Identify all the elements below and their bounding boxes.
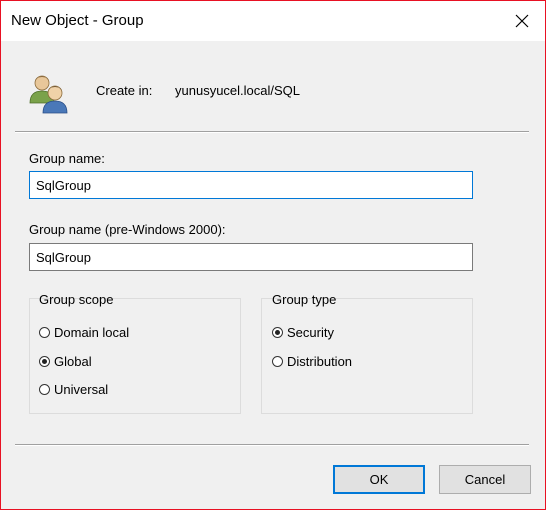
group-name-label: Group name: xyxy=(29,151,105,166)
create-in-label: Create in: xyxy=(96,83,153,98)
group-users-icon xyxy=(29,75,68,114)
radio-button-checked-icon xyxy=(272,327,283,338)
radio-button-checked-icon xyxy=(39,356,50,367)
group-scope-legend: Group scope xyxy=(39,292,114,307)
create-in-path: yunusyucel.local/SQL xyxy=(175,83,301,98)
dialog-body: Create in: yunusyucel.local/SQL Group na… xyxy=(1,41,545,509)
pre2000-name-input[interactable] xyxy=(29,243,473,271)
radio-button-icon xyxy=(39,384,50,395)
group-name-input[interactable] xyxy=(29,171,473,199)
title-bar: New Object - Group xyxy=(1,1,545,41)
new-object-group-dialog: New Object - Group Create in: yunusyucel… xyxy=(0,0,546,510)
window-title: New Object - Group xyxy=(11,12,144,29)
scope-global-radio[interactable]: Global xyxy=(39,354,92,369)
radio-label: Distribution xyxy=(287,354,353,369)
pre2000-name-label: Group name (pre-Windows 2000): xyxy=(29,222,226,237)
ok-button[interactable]: OK xyxy=(333,465,425,494)
separator-bottom xyxy=(15,444,529,446)
close-button[interactable] xyxy=(499,1,545,41)
radio-button-icon xyxy=(272,356,283,367)
cancel-button[interactable]: Cancel xyxy=(439,465,531,494)
type-security-radio[interactable]: Security xyxy=(272,325,334,340)
separator-top xyxy=(15,131,529,133)
radio-label: Global xyxy=(54,354,92,369)
scope-domain-local-radio[interactable]: Domain local xyxy=(39,325,129,340)
radio-button-icon xyxy=(39,327,50,338)
radio-label: Universal xyxy=(54,382,109,397)
radio-label: Security xyxy=(287,325,334,340)
type-distribution-radio[interactable]: Distribution xyxy=(272,354,352,369)
close-icon xyxy=(515,14,529,28)
radio-label: Domain local xyxy=(54,325,130,340)
scope-universal-radio[interactable]: Universal xyxy=(39,382,108,397)
group-type-legend: Group type xyxy=(272,292,337,307)
